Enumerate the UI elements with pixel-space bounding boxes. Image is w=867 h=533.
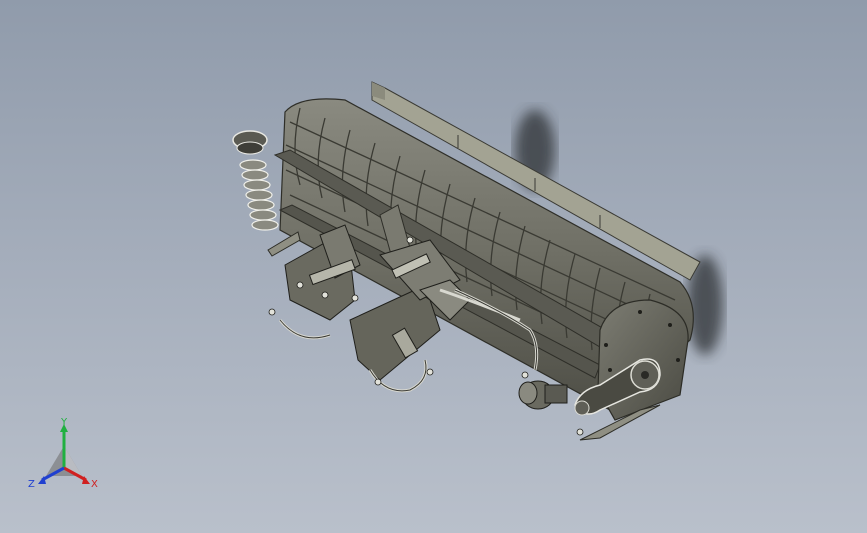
y-axis-label: Y	[60, 418, 68, 428]
graphics-viewport[interactable]: Y X Z	[0, 0, 867, 533]
coordinate-triad[interactable]: Y X Z	[24, 418, 104, 494]
z-axis-label: Z	[28, 479, 35, 490]
cad-model-view[interactable]	[0, 0, 867, 533]
hydraulic-motor[interactable]	[518, 380, 568, 410]
x-axis-label: X	[91, 479, 98, 490]
flexible-hose[interactable]	[232, 130, 279, 231]
